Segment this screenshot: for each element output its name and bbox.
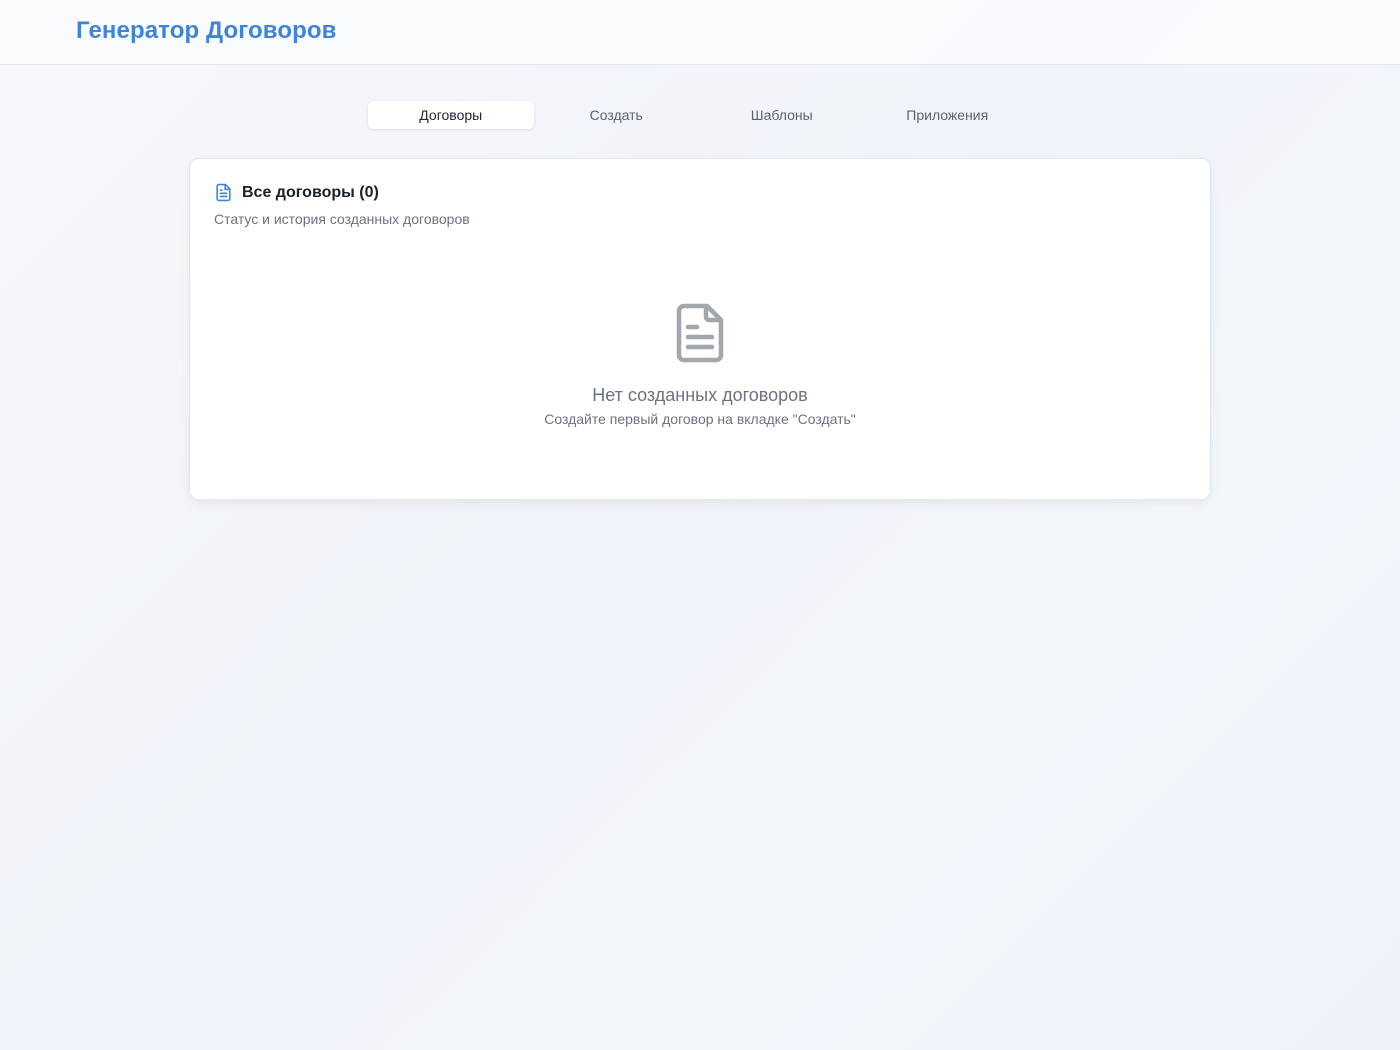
tab-list: Договоры Создать Шаблоны Приложения	[366, 99, 1032, 131]
empty-state-file-icon	[676, 303, 724, 363]
app-header: Генератор Договоров	[0, 0, 1400, 65]
tab-templates[interactable]: Шаблоны	[699, 101, 865, 129]
tab-attachments[interactable]: Приложения	[865, 101, 1031, 129]
card-header: Все договоры (0)	[214, 183, 379, 202]
empty-state-subtitle: Создайте первый договор на вкладке "Созд…	[544, 411, 856, 427]
empty-state-title: Нет созданных договоров	[592, 385, 808, 405]
tab-contracts[interactable]: Договоры	[368, 101, 534, 129]
tab-create[interactable]: Создать	[534, 101, 700, 129]
contracts-card: Все договоры (0) Статус и история создан…	[189, 158, 1211, 500]
file-text-icon	[214, 183, 233, 202]
card-subtitle: Статус и история созданных договоров	[214, 211, 470, 227]
app-title: Генератор Договоров	[76, 17, 337, 44]
card-title: Все договоры (0)	[242, 183, 379, 201]
